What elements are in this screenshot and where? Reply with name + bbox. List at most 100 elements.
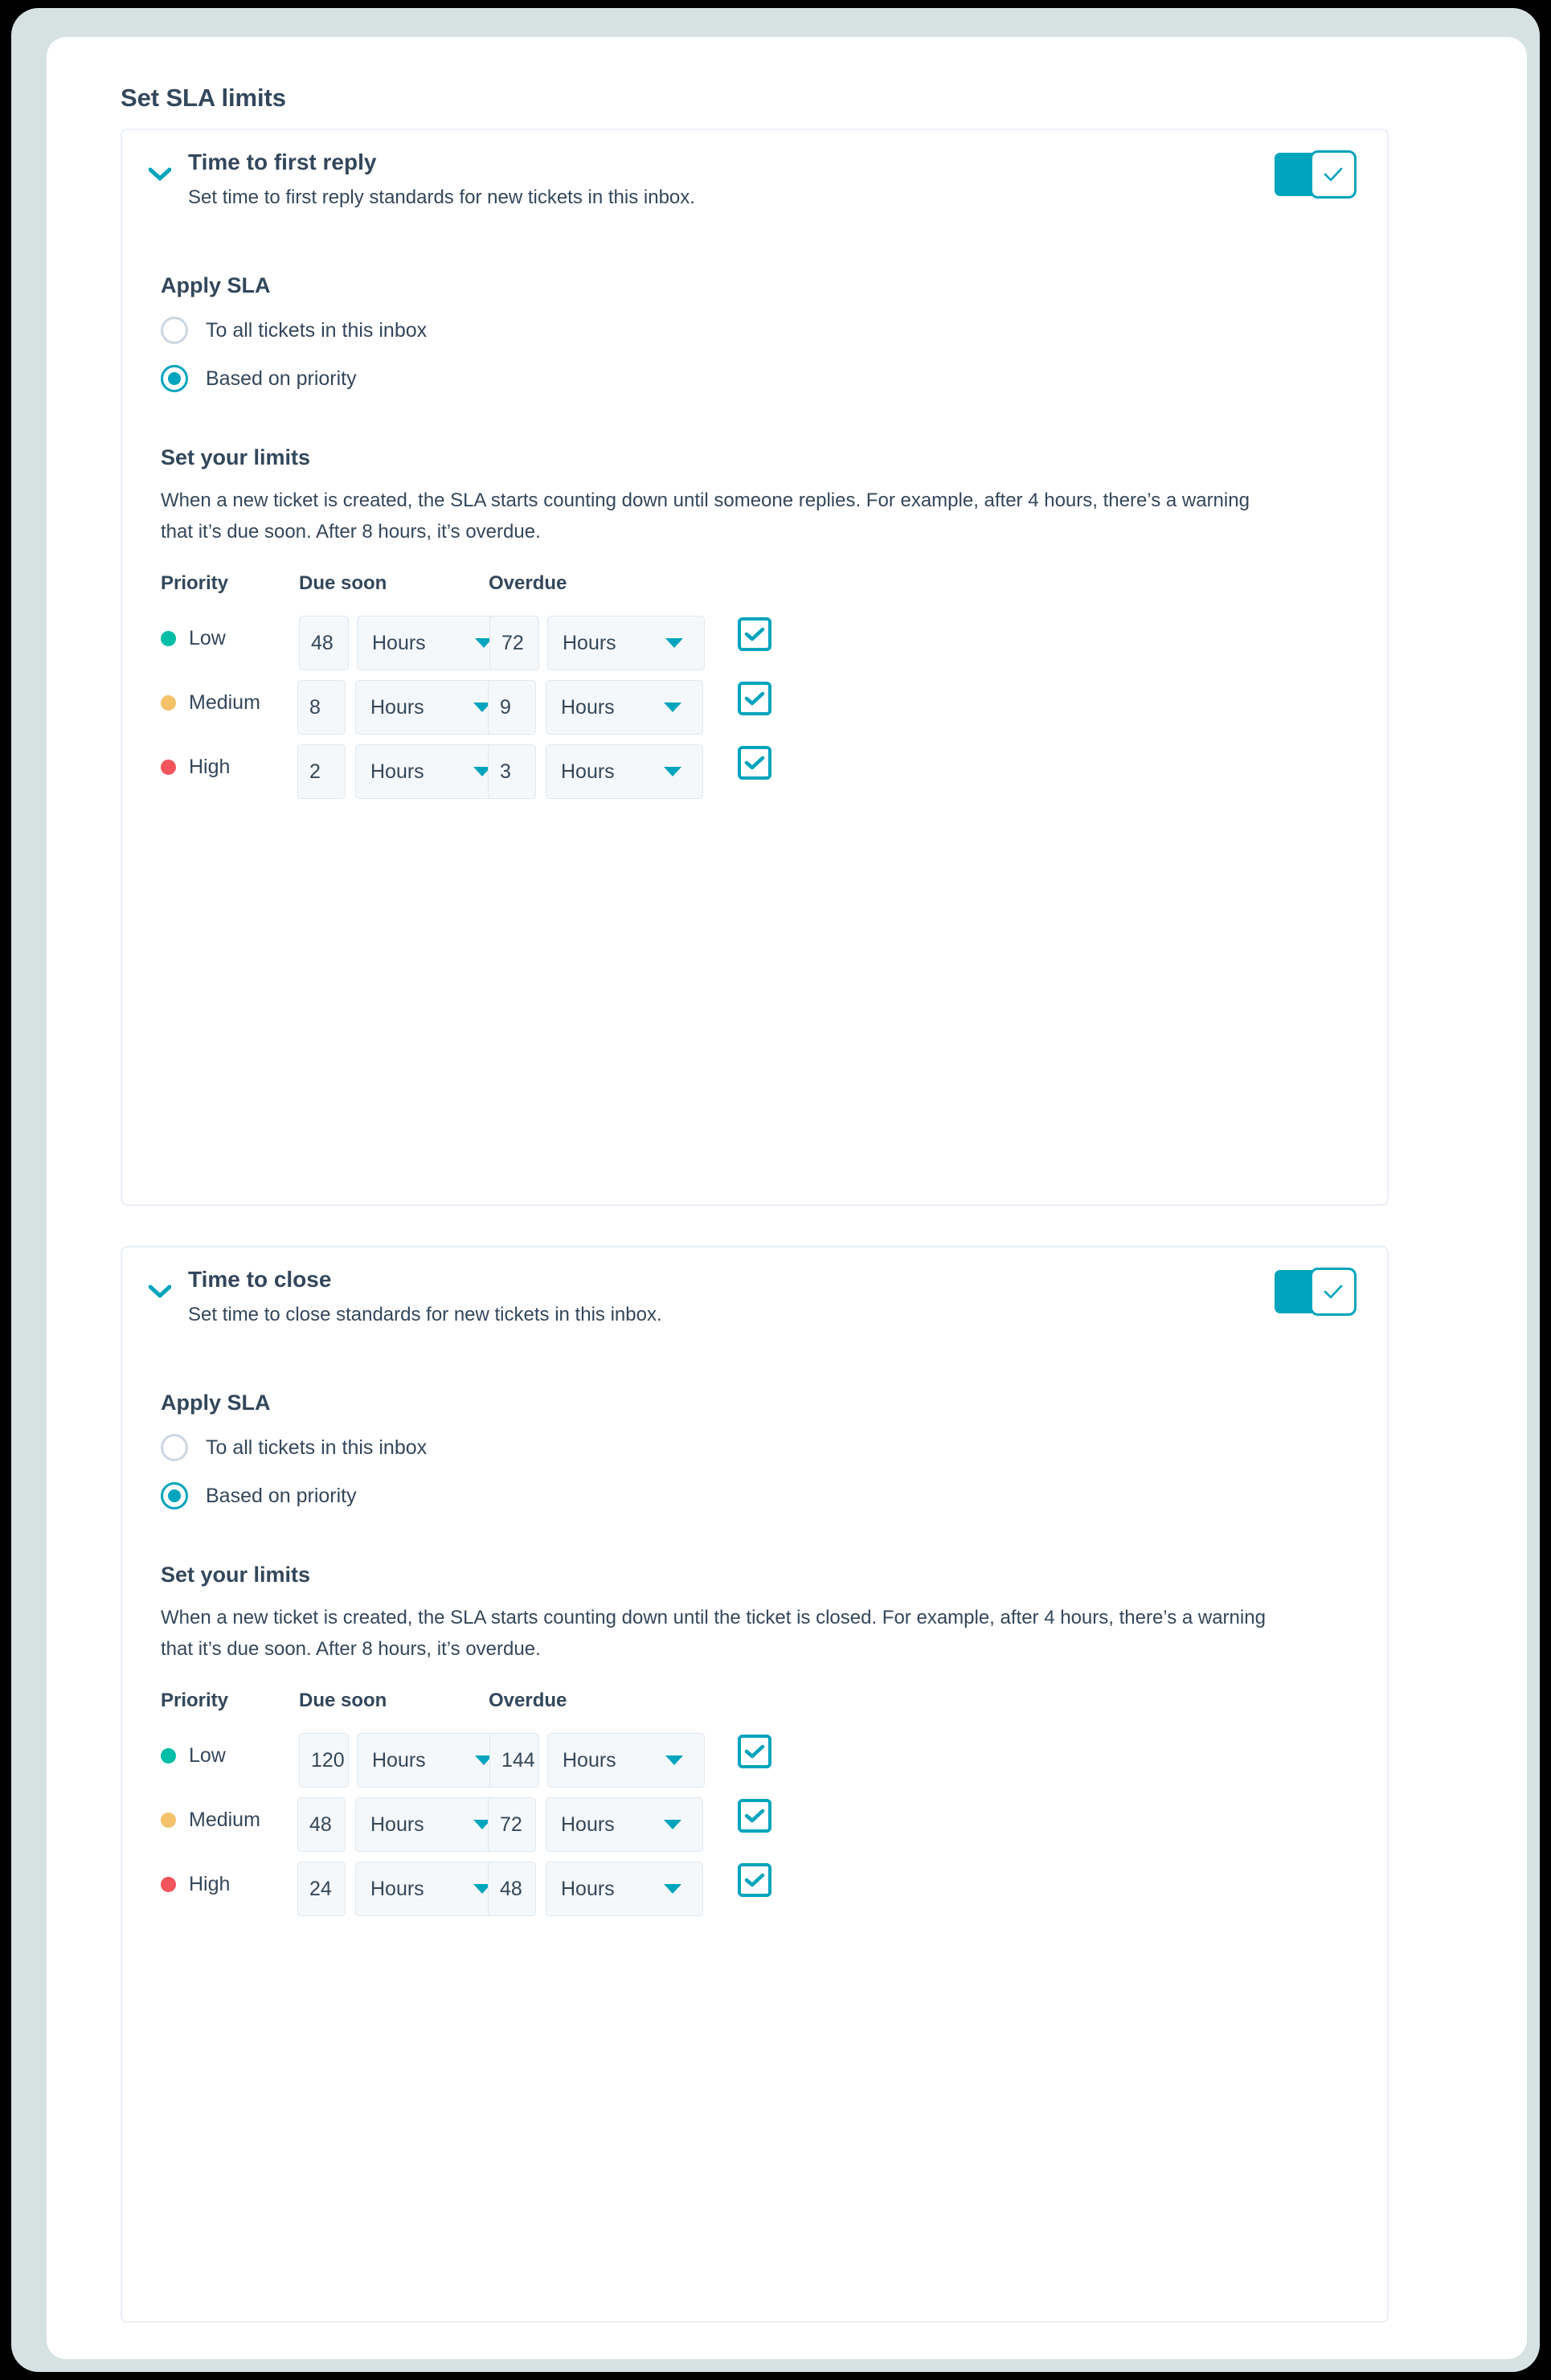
chevron-down-icon[interactable] (146, 1278, 174, 1305)
due-soon-value-input[interactable]: 8 (297, 680, 346, 735)
overdue-unit-label: Hours (561, 1813, 615, 1836)
priority-label: Low (189, 627, 226, 649)
priority-label: Medium (189, 691, 260, 714)
overdue-unit-select[interactable]: Hours (547, 616, 705, 670)
sla-card-time-to-close: Time to close Set time to close standard… (121, 1246, 1389, 2323)
check-icon (744, 756, 765, 770)
check-icon (744, 1873, 765, 1887)
radio-all-tickets[interactable]: To all tickets in this inbox (161, 317, 427, 344)
chevron-down-icon[interactable] (146, 161, 174, 188)
radio-based-on-priority[interactable]: Based on priority (161, 365, 357, 392)
overdue-value-input[interactable]: 144 (489, 1733, 539, 1788)
priority-label: High (189, 756, 231, 778)
overdue-unit-label: Hours (561, 695, 615, 719)
overdue-value-input[interactable]: 9 (488, 680, 536, 735)
priority-dot-icon (161, 1877, 176, 1892)
due-soon-unit-label: Hours (372, 631, 426, 654)
overdue-unit-label: Hours (563, 631, 616, 654)
overdue-unit-label: Hours (561, 1877, 615, 1900)
overdue-unit-select[interactable]: Hours (546, 680, 703, 735)
overdue-unit-select[interactable]: Hours (546, 744, 703, 799)
overdue-unit-select[interactable]: Hours (546, 1862, 703, 1916)
check-icon (744, 691, 765, 706)
row-enabled-checkbox[interactable] (738, 1799, 771, 1833)
priority-cell: Medium (161, 691, 260, 715)
priority-dot-icon (161, 1748, 176, 1763)
overdue-value-input[interactable]: 72 (489, 616, 539, 670)
column-header-priority: Priority (161, 1690, 229, 1711)
due-soon-value-input[interactable]: 2 (297, 744, 346, 799)
window-frame: Set SLA limits Time to first reply Set t… (11, 8, 1540, 2372)
due-soon-value-input[interactable]: 48 (297, 1797, 346, 1852)
page-title: Set SLA limits (121, 84, 286, 112)
row-enabled-checkbox[interactable] (738, 617, 771, 651)
overdue-value-input[interactable]: 72 (488, 1797, 536, 1852)
set-limits-description: When a new ticket is created, the SLA st… (161, 1607, 1266, 1660)
set-limits-description: When a new ticket is created, the SLA st… (161, 490, 1250, 543)
settings-page: Set SLA limits Time to first reply Set t… (47, 37, 1527, 2359)
radio-label: Based on priority (206, 1484, 357, 1507)
section-toggle[interactable] (1275, 1268, 1357, 1316)
radio-based-on-priority[interactable]: Based on priority (161, 1482, 357, 1510)
section-toggle[interactable] (1275, 150, 1357, 199)
row-enabled-checkbox[interactable] (738, 746, 771, 780)
column-header-overdue: Overdue (489, 1690, 567, 1711)
table-row: High 2 Hours 3 Hours (161, 744, 1350, 801)
set-limits-heading: Set your limits (161, 445, 311, 469)
column-header-priority: Priority (161, 572, 229, 594)
row-enabled-checkbox[interactable] (738, 1863, 771, 1897)
section-subtitle: Set time to close standards for new tick… (188, 1304, 662, 1325)
check-icon (744, 1809, 765, 1823)
section-subtitle: Set time to first reply standards for ne… (188, 186, 695, 208)
due-soon-value-input[interactable]: 120 (299, 1733, 349, 1788)
due-soon-value-input[interactable]: 48 (299, 616, 349, 670)
priority-label: Low (189, 1744, 226, 1767)
radio-label: To all tickets in this inbox (206, 318, 428, 342)
overdue-unit-label: Hours (563, 1748, 616, 1772)
due-soon-unit-label: Hours (372, 1748, 426, 1772)
table-row: High 24 Hours 48 Hours (161, 1862, 1350, 1918)
overdue-unit-select[interactable]: Hours (546, 1797, 703, 1852)
column-header-due-soon: Due soon (299, 572, 387, 594)
row-enabled-checkbox[interactable] (738, 682, 771, 715)
due-soon-value-input[interactable]: 24 (297, 1862, 346, 1916)
apply-sla-heading: Apply SLA (161, 1391, 271, 1415)
overdue-value-input[interactable]: 48 (488, 1862, 536, 1916)
toggle-knob (1310, 150, 1357, 199)
radio-indicator (161, 1482, 188, 1510)
chevron-down-icon (664, 1820, 681, 1829)
priority-cell: High (161, 756, 230, 779)
check-icon (1324, 1284, 1343, 1299)
priority-dot-icon (161, 1813, 176, 1828)
radio-indicator (161, 1434, 188, 1461)
chevron-down-icon (664, 703, 681, 712)
priority-cell: Low (161, 627, 226, 650)
chevron-down-icon (664, 767, 681, 776)
apply-sla-heading: Apply SLA (161, 273, 271, 297)
due-soon-unit-label: Hours (370, 1877, 424, 1900)
table-row: Low 120 Hours 144 Hours (161, 1733, 1350, 1789)
priority-cell: Medium (161, 1809, 260, 1832)
radio-all-tickets[interactable]: To all tickets in this inbox (161, 1434, 427, 1461)
sla-card-time-to-first-reply: Time to first reply Set time to first re… (121, 129, 1389, 1206)
section-title: Time to close (188, 1267, 332, 1292)
overdue-unit-label: Hours (561, 760, 615, 783)
section-title: Time to first reply (188, 150, 377, 174)
column-header-overdue: Overdue (489, 572, 567, 594)
priority-cell: High (161, 1873, 230, 1896)
priority-dot-icon (161, 760, 176, 775)
table-row: Medium 8 Hours 9 Hours (161, 680, 1350, 736)
radio-label: To all tickets in this inbox (206, 1436, 428, 1459)
priority-dot-icon (161, 695, 176, 711)
radio-label: Based on priority (206, 367, 357, 390)
overdue-value-input[interactable]: 3 (488, 744, 536, 799)
priority-dot-icon (161, 631, 176, 646)
overdue-unit-select[interactable]: Hours (547, 1733, 705, 1788)
radio-indicator (161, 365, 188, 392)
row-enabled-checkbox[interactable] (738, 1735, 771, 1768)
check-icon (1324, 167, 1343, 182)
table-row: Medium 48 Hours 72 Hours (161, 1797, 1350, 1854)
check-icon (744, 627, 765, 641)
due-soon-unit-label: Hours (370, 760, 424, 783)
due-soon-unit-label: Hours (370, 1813, 424, 1836)
